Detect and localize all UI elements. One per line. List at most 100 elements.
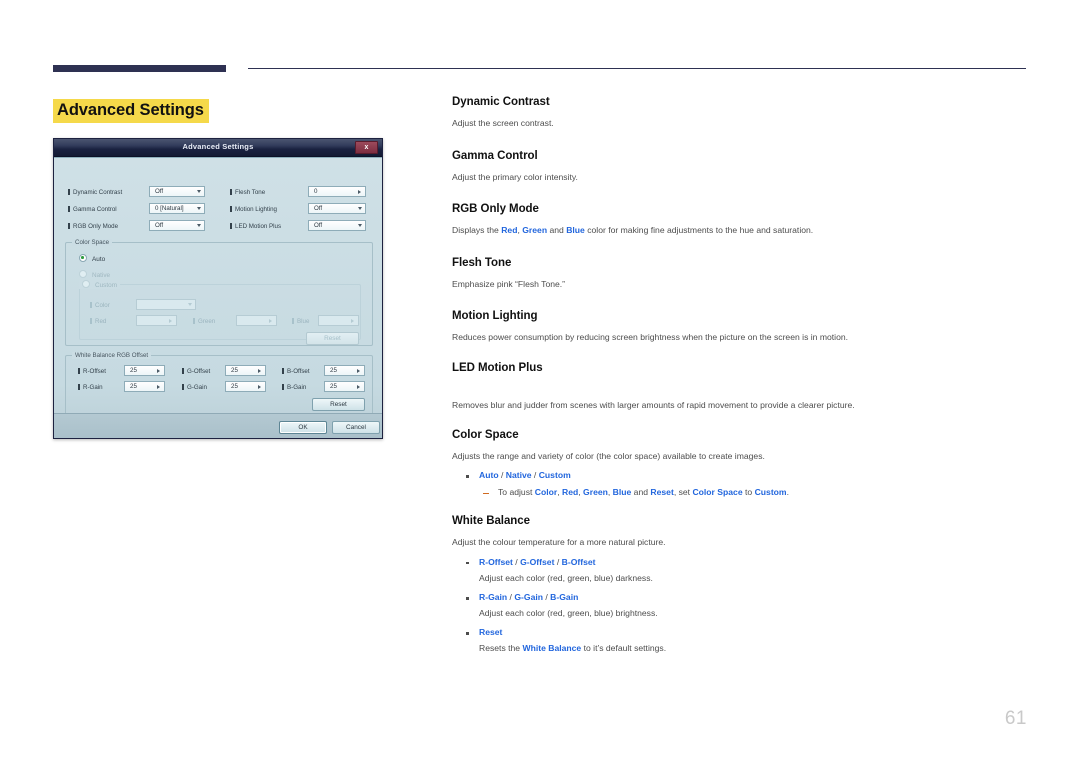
field-label-r-offset: R-Offset (78, 368, 106, 375)
term-reset: Reset (479, 627, 503, 638)
term-custom: Custom (538, 470, 571, 481)
page-number: 61 (1004, 708, 1027, 729)
spinner-custom-green (236, 315, 277, 326)
term-green: Green (522, 225, 548, 236)
spinner-arrow-icon (351, 319, 354, 323)
field-label-custom-green: Green (193, 318, 215, 325)
advanced-settings-dialog: Advanced Settings x Dynamic Contrast Off… (53, 138, 383, 439)
spinner-arrow-icon (269, 319, 272, 323)
spinner-arrow-icon (157, 369, 160, 373)
body-reset: Resets the White Balance to it’s default… (479, 642, 667, 653)
chevron-down-icon (197, 190, 201, 193)
custom-reset-button: Reset (306, 332, 359, 345)
field-label-custom-red: Red (90, 318, 106, 325)
white-balance-legend: White Balance RGB Offset (72, 352, 152, 359)
spinner-b-offset[interactable]: 25 (324, 365, 365, 376)
term-g-offset: G-Offset (520, 556, 555, 567)
term-green: Green (583, 486, 608, 497)
field-label-led-motion-plus: LED Motion Plus (230, 223, 281, 230)
spinner-arrow-icon (358, 190, 361, 194)
spinner-flesh-tone[interactable]: 0 (308, 186, 366, 197)
radio-color-space-auto[interactable]: Auto (79, 254, 105, 263)
spinner-r-offset[interactable]: 25 (124, 365, 165, 376)
body-dynamic-contrast: Adjust the screen contrast. (452, 118, 554, 128)
radio-color-space-custom[interactable]: Custom (79, 280, 121, 289)
spinner-arrow-icon (157, 385, 160, 389)
radio-dot-icon (79, 270, 87, 278)
ok-button[interactable]: OK (279, 421, 327, 434)
spinner-arrow-icon (357, 369, 360, 373)
header-rule-thin (248, 68, 1026, 69)
dialog-footer: OK Cancel (54, 413, 382, 438)
dropdown-custom-color (136, 299, 196, 310)
color-space-group: Color Space Auto Native Custom Color Red… (65, 239, 373, 346)
field-label-rgb-only-mode: RGB Only Mode (68, 223, 118, 230)
field-label-b-gain: B-Gain (282, 384, 306, 391)
dropdown-rgb-only-mode[interactable]: Off (149, 220, 205, 231)
term-r-gain: R-Gain (479, 592, 508, 603)
bullet-offsets: R-Offset / G-Offset / B-Offset (452, 557, 1027, 569)
bullet-gains: R-Gain / G-Gain / B-Gain (452, 592, 1027, 604)
body-rgb-only-mode: Displays the Red, Green and Blue color f… (452, 225, 814, 236)
spinner-g-offset[interactable]: 25 (225, 365, 266, 376)
term-reset: Reset (650, 486, 674, 497)
spinner-custom-red (136, 315, 177, 326)
term-r-offset: R-Offset (479, 556, 513, 567)
chevron-down-icon (358, 224, 362, 227)
body-offsets: Adjust each color (red, green, blue) dar… (479, 572, 653, 583)
chevron-down-icon (197, 224, 201, 227)
term-blue: Blue (566, 225, 585, 236)
field-label-custom-blue: Blue (292, 318, 309, 325)
header-rule-thick (53, 65, 226, 72)
body-white-balance: Adjust the colour temperature for a more… (452, 537, 666, 548)
body-color-space: Adjusts the range and variety of color (… (452, 450, 765, 461)
content-column: Dynamic Contrast Adjust the screen contr… (452, 96, 1027, 655)
spinner-g-gain[interactable]: 25 (225, 381, 266, 392)
term-g-gain: G-Gain (514, 592, 543, 603)
close-icon[interactable]: x (355, 141, 378, 154)
body-motion-lighting: Reduces power consumption by reducing sc… (452, 332, 849, 343)
body-gamma-control: Adjust the primary color intensity. (452, 171, 578, 182)
term-color: Color (534, 486, 558, 497)
field-label-dynamic-contrast: Dynamic Contrast (68, 189, 122, 196)
radio-color-space-native[interactable]: Native (79, 270, 110, 279)
heading-gamma-control: Gamma Control (452, 149, 538, 162)
heading-color-space: Color Space (452, 428, 519, 441)
white-balance-rgb-offset-group: White Balance RGB Offset R-Offset 25 G-O… (65, 352, 373, 416)
chevron-down-icon (188, 303, 192, 306)
field-label-g-offset: G-Offset (182, 368, 210, 375)
heading-motion-lighting: Motion Lighting (452, 310, 538, 323)
field-label-custom-color: Color (90, 302, 110, 309)
dropdown-gamma-control[interactable]: 0 [Natural] (149, 203, 205, 214)
dropdown-led-motion-plus[interactable]: Off (308, 220, 366, 231)
field-label-b-offset: B-Offset (282, 368, 310, 375)
term-b-offset: B-Offset (561, 556, 596, 567)
page-title: Advanced Settings (53, 99, 209, 123)
radio-dot-icon (82, 280, 90, 288)
field-label-flesh-tone: Flesh Tone (230, 189, 265, 196)
body-flesh-tone: Emphasize pink “Flesh Tone.” (452, 278, 566, 289)
term-native: Native (505, 470, 532, 481)
term-color-space: Color Space (692, 486, 743, 497)
term-custom: Custom (754, 486, 787, 497)
white-balance-reset-button[interactable]: Reset (312, 398, 365, 411)
color-space-custom-group: Custom Color Red Green Blue Reset (79, 280, 361, 345)
term-blue: Blue (612, 486, 632, 497)
field-label-g-gain: G-Gain (182, 384, 207, 391)
dialog-titlebar: Advanced Settings x (54, 139, 382, 157)
dropdown-dynamic-contrast[interactable]: Off (149, 186, 205, 197)
spinner-r-gain[interactable]: 25 (124, 381, 165, 392)
dialog-body: Dynamic Contrast Off Gamma Control 0 [Na… (54, 157, 382, 438)
spinner-arrow-icon (258, 369, 261, 373)
spinner-b-gain[interactable]: 25 (324, 381, 365, 392)
spinner-arrow-icon (258, 385, 261, 389)
chevron-down-icon (358, 207, 362, 210)
heading-white-balance: White Balance (452, 515, 530, 528)
term-b-gain: B-Gain (550, 592, 579, 603)
cancel-button[interactable]: Cancel (332, 421, 380, 434)
dropdown-motion-lighting[interactable]: Off (308, 203, 366, 214)
heading-dynamic-contrast: Dynamic Contrast (452, 96, 550, 108)
field-label-gamma-control: Gamma Control (68, 206, 117, 213)
radio-dot-icon (79, 254, 87, 262)
heading-led-motion-plus: LED Motion Plus (452, 361, 543, 374)
